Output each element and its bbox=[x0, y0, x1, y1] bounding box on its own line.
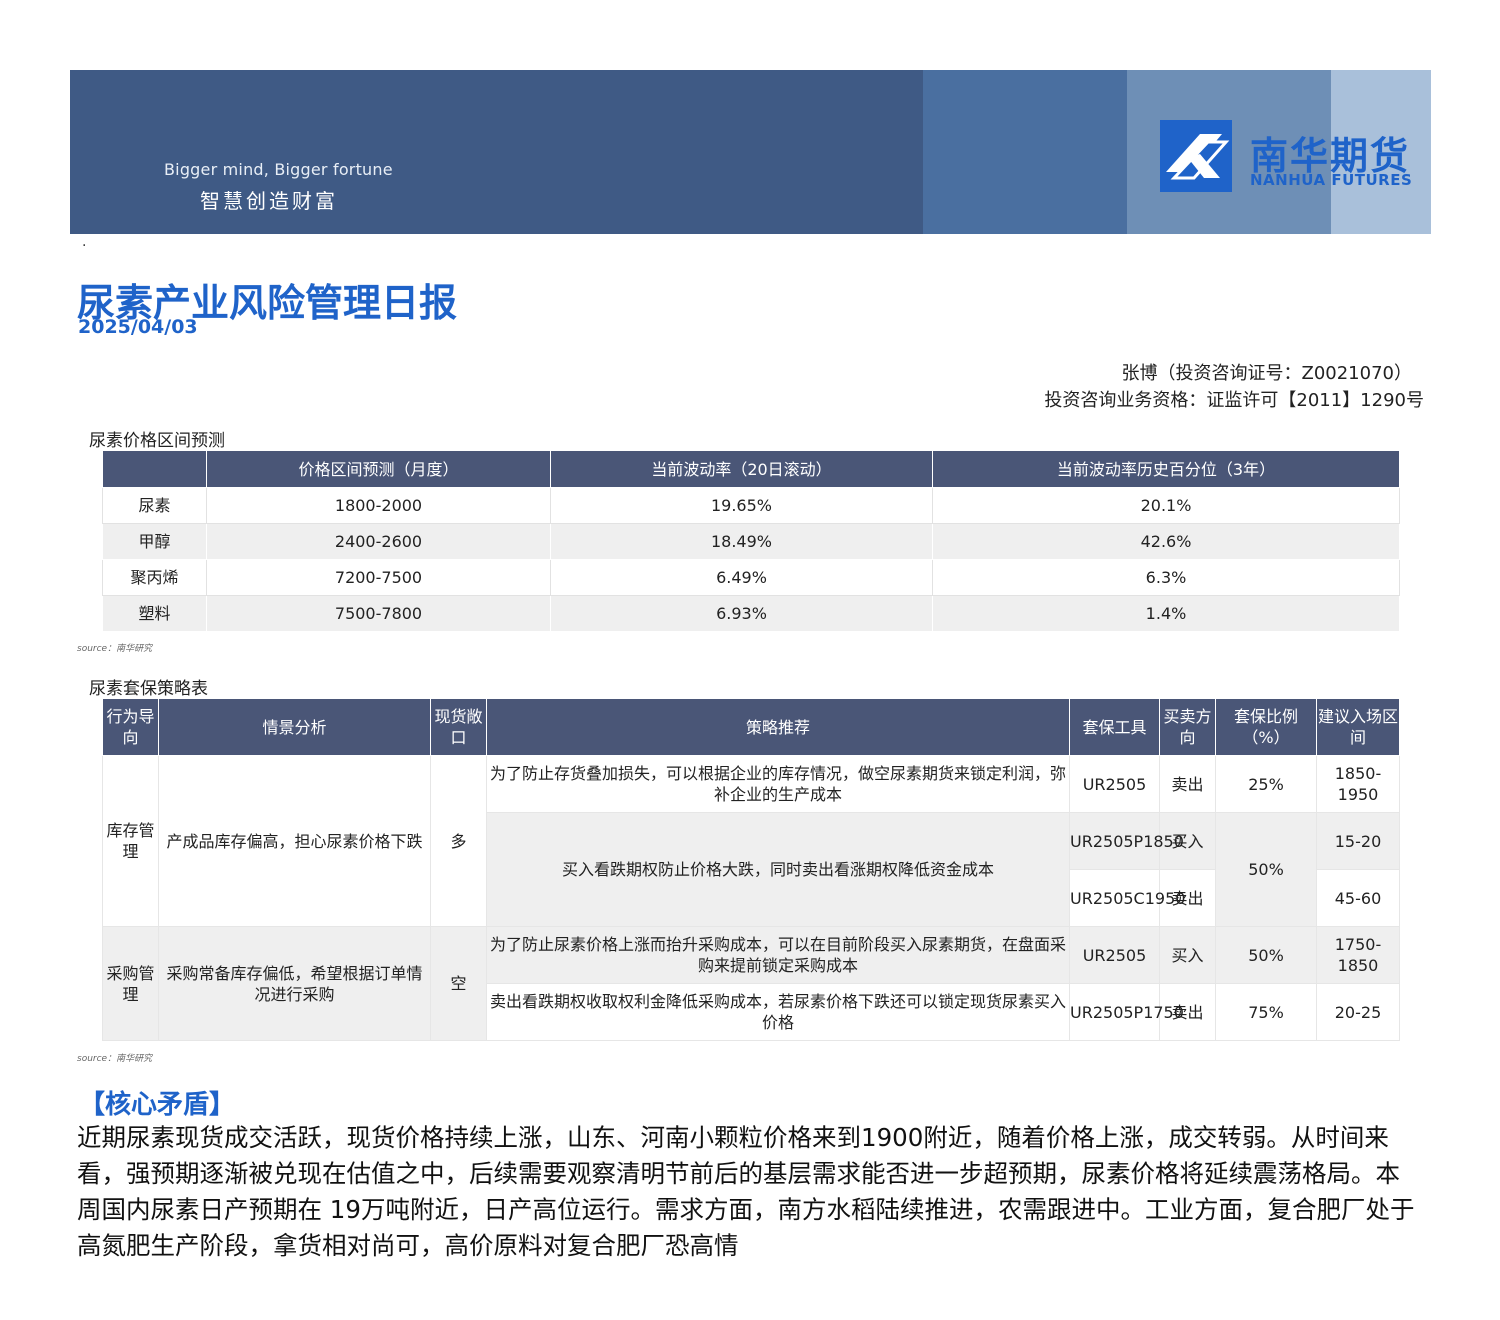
table-cell: 为了防止尿素价格上涨而抬升采购成本，可以在目前阶段买入尿素期货，在盘面采购来提前… bbox=[486, 926, 1070, 984]
table-row: 塑料 7500-7800 6.93% 1.4% bbox=[102, 595, 1400, 632]
author-line: 张博（投资咨询证号：Z0021070） bbox=[1121, 363, 1413, 384]
table-cell: 采购常备库存偏低，希望根据订单情况进行采购 bbox=[158, 926, 431, 1041]
table-cell: 卖出 bbox=[1159, 755, 1216, 813]
table-cell: 6.3% bbox=[932, 559, 1400, 596]
table-cell: 空 bbox=[430, 926, 487, 1041]
table-cell: 50% bbox=[1215, 926, 1317, 984]
table-row: 聚丙烯 7200-7500 6.49% 6.3% bbox=[102, 559, 1400, 596]
header-banner: Bigger mind, Bigger fortune 智慧创造财富 南华期货 … bbox=[70, 70, 1431, 234]
column-header: 套保比例（%） bbox=[1215, 698, 1317, 756]
table-cell: 7500-7800 bbox=[206, 595, 551, 632]
table-cell: 1750-1850 bbox=[1316, 926, 1400, 984]
table-cell: 买入 bbox=[1159, 926, 1216, 984]
table-cell: 45-60 bbox=[1316, 869, 1400, 927]
table-cell: 甲醇 bbox=[102, 523, 207, 560]
table-cell: 卖出看跌期权收取权利金降低采购成本，若尿素价格下跌还可以锁定现货尿素买入价格 bbox=[486, 983, 1070, 1041]
table-cell: 多 bbox=[430, 755, 487, 927]
table-cell: UR2505P1750 bbox=[1069, 983, 1184, 1041]
table-cell: 1.4% bbox=[932, 595, 1400, 632]
table-cell: 50% bbox=[1215, 812, 1317, 927]
table-cell: UR2505 bbox=[1069, 755, 1160, 813]
table-cell: 2400-2600 bbox=[206, 523, 551, 560]
column-header: 现货敞口 bbox=[430, 698, 487, 756]
column-header: 当前波动率（20日滚动） bbox=[550, 450, 933, 488]
table-cell: 聚丙烯 bbox=[102, 559, 207, 596]
report-date: 2025/04/03 bbox=[78, 316, 198, 338]
banner-stripe bbox=[923, 70, 1127, 234]
table-cell: 20.1% bbox=[932, 487, 1400, 524]
table-cell: 6.93% bbox=[550, 595, 933, 632]
column-header bbox=[102, 450, 207, 488]
table-cell: 买入看跌期权防止价格大跌，同时卖出看涨期权降低资金成本 bbox=[486, 812, 1070, 927]
table-cell: 6.49% bbox=[550, 559, 933, 596]
table-cell: 7200-7500 bbox=[206, 559, 551, 596]
table-cell: 塑料 bbox=[102, 595, 207, 632]
logo-icon bbox=[1160, 120, 1232, 192]
table-row: 甲醇 2400-2600 18.49% 42.6% bbox=[102, 523, 1400, 560]
table-cell: 15-20 bbox=[1316, 812, 1400, 870]
table-cell: 产成品库存偏高，担心尿素价格下跌 bbox=[158, 755, 431, 927]
table-cell: UR2505P1850 bbox=[1069, 812, 1184, 870]
table-caption: 尿素套保策略表 bbox=[89, 679, 208, 699]
license-line: 投资咨询业务资格：证监许可【2011】1290号 bbox=[1044, 390, 1424, 411]
source-note: source：南华研究 bbox=[77, 1054, 153, 1064]
column-header: 情景分析 bbox=[158, 698, 431, 756]
table-cell: 尿素 bbox=[102, 487, 207, 524]
column-header: 价格区间预测（月度） bbox=[206, 450, 551, 488]
table-cell: 25% bbox=[1215, 755, 1317, 813]
column-header: 套保工具 bbox=[1069, 698, 1160, 756]
table-cell: 18.49% bbox=[550, 523, 933, 560]
source-note: source：南华研究 bbox=[77, 644, 153, 654]
table-cell: UR2505C1950 bbox=[1069, 869, 1185, 927]
table-cell: 75% bbox=[1215, 983, 1317, 1041]
table-row: 尿素 1800-2000 19.65% 20.1% bbox=[102, 487, 1400, 524]
table-cell: 19.65% bbox=[550, 487, 933, 524]
table-cell: 1850-1950 bbox=[1316, 755, 1400, 813]
column-header: 策略推荐 bbox=[486, 698, 1070, 756]
slogan-english: Bigger mind, Bigger fortune bbox=[164, 160, 393, 179]
table-cell: 库存管理 bbox=[102, 755, 159, 927]
table-caption: 尿素价格区间预测 bbox=[89, 431, 225, 451]
bullet-dot: · bbox=[82, 238, 87, 254]
body-paragraph: 近期尿素现货成交活跃，现货价格持续上涨，山东、河南小颗粒价格来到1900附近，随… bbox=[77, 1123, 1415, 1260]
section-heading: 【核心矛盾】 bbox=[79, 1090, 236, 1120]
table-cell: 1800-2000 bbox=[206, 487, 551, 524]
column-header: 建议入场区间 bbox=[1316, 698, 1400, 756]
hedging-strategy-table: 行为导向 情景分析 现货敞口 策略推荐 套保工具 买卖方向 套保比例（%） 建议… bbox=[102, 698, 1400, 1041]
table-row: 库存管理 产成品库存偏高，担心尿素价格下跌 多 为了防止存货叠加损失，可以根据企… bbox=[102, 755, 1400, 927]
price-forecast-table: 价格区间预测（月度） 当前波动率（20日滚动） 当前波动率历史百分位（3年） 尿… bbox=[102, 450, 1400, 632]
logo-text-english: NANHUA FUTURES bbox=[1250, 171, 1413, 189]
table-cell: 20-25 bbox=[1316, 983, 1400, 1041]
slogan-chinese: 智慧创造财富 bbox=[200, 189, 338, 213]
table-cell: 为了防止存货叠加损失，可以根据企业的库存情况，做空尿素期货来锁定利润，弥补企业的… bbox=[486, 755, 1070, 813]
table-row: 采购管理 采购常备库存偏低，希望根据订单情况进行采购 空 为了防止尿素价格上涨而… bbox=[102, 926, 1400, 1041]
column-header: 买卖方向 bbox=[1159, 698, 1216, 756]
column-header: 行为导向 bbox=[102, 698, 159, 756]
table-cell: UR2505 bbox=[1069, 926, 1160, 984]
table-cell: 采购管理 bbox=[102, 926, 159, 1041]
table-cell: 42.6% bbox=[932, 523, 1400, 560]
column-header: 当前波动率历史百分位（3年） bbox=[932, 450, 1400, 488]
